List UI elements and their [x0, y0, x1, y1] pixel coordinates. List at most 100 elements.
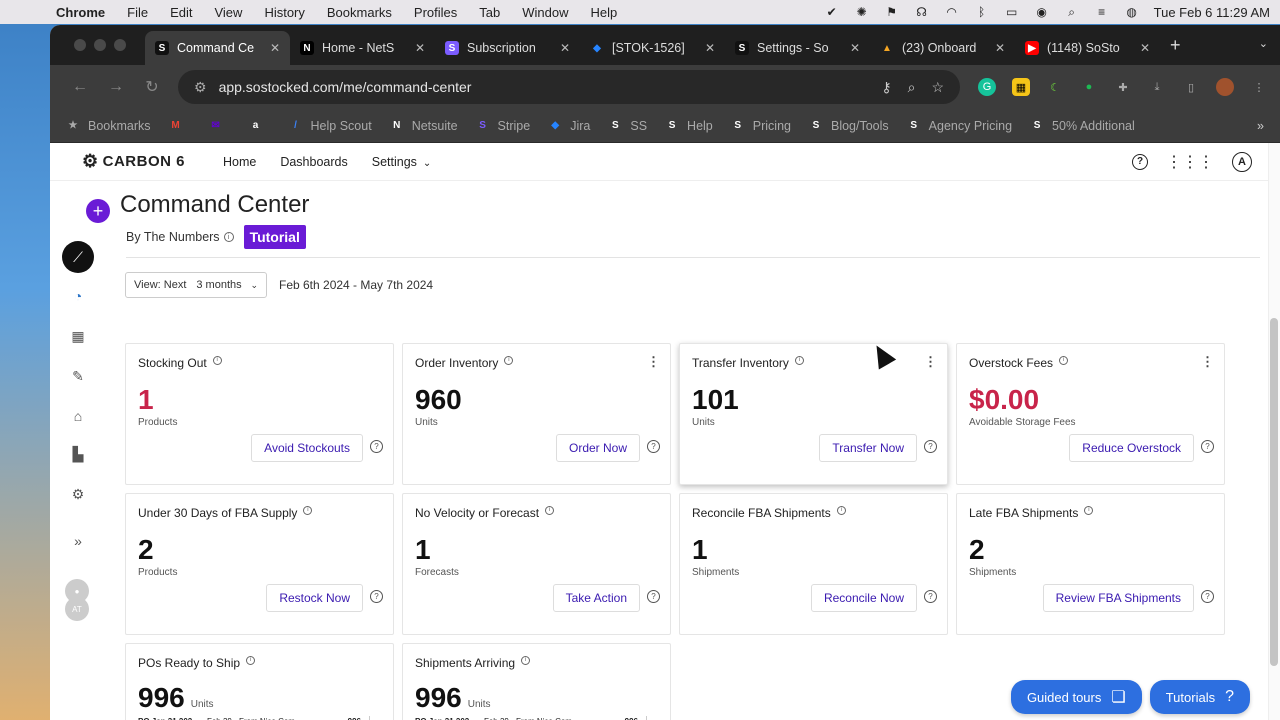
bookmark-item[interactable]: N Netsuite [390, 119, 457, 133]
menu-tab[interactable]: Tab [479, 5, 500, 20]
info-icon[interactable]: i [1059, 355, 1069, 365]
menu-file[interactable]: File [127, 5, 148, 20]
bookmark-star-icon[interactable]: ☆ [931, 79, 944, 96]
bluetooth-icon[interactable]: ᛒ [974, 5, 990, 19]
close-window-button[interactable] [74, 39, 86, 51]
browser-tab[interactable]: S Settings - So ✕ [725, 31, 870, 65]
nav-settings[interactable]: Settings ⌄ [372, 155, 432, 169]
control-center-icon[interactable]: ≡ [1094, 5, 1110, 19]
menu-history[interactable]: History [264, 5, 304, 20]
settings-gear-icon[interactable]: ⚙ [68, 484, 88, 504]
card-action-button[interactable]: Reconcile Now [810, 584, 917, 612]
menu-view[interactable]: View [214, 5, 242, 20]
nav-dashboards[interactable]: Dashboards [280, 155, 347, 169]
page-scrollbar[interactable] [1268, 143, 1280, 720]
dashboard-icon[interactable]: ◔ [68, 286, 88, 306]
headphones-icon[interactable]: ☊ [914, 5, 930, 19]
menu-bookmarks[interactable]: Bookmarks [327, 5, 392, 20]
menu-edit[interactable]: Edit [170, 5, 192, 20]
card-action-button[interactable]: Reduce Overstock [1069, 434, 1194, 462]
spotlight-search-icon[interactable]: ⌕ [1064, 5, 1080, 19]
browser-tab[interactable]: N Home - NetS ✕ [290, 31, 435, 65]
download-icon[interactable]: ⤓ [1148, 78, 1166, 96]
bookmark-item[interactable]: S Help [665, 119, 713, 133]
bookmarks-overflow-icon[interactable]: » [1257, 119, 1264, 133]
bookmark-item[interactable]: S Pricing [731, 119, 791, 133]
sostocked-logo-icon[interactable]: ⟋ [62, 241, 94, 273]
menubar-clock[interactable]: Tue Feb 6 11:29 AM [1154, 5, 1270, 20]
close-tab-icon[interactable]: ✕ [705, 41, 715, 55]
po-row[interactable]: PO Jan 31 202... Feb 29 - From Nice Com..… [138, 716, 381, 720]
question-help-icon[interactable]: ? [1201, 440, 1214, 453]
question-help-icon[interactable]: ? [1201, 590, 1214, 603]
user-avatar[interactable]: A [1232, 151, 1252, 172]
status-gear-icon[interactable]: ✺ [854, 5, 870, 19]
info-icon[interactable]: i [303, 505, 313, 515]
status-flag-icon[interactable]: ⚑ [884, 5, 900, 19]
browser-tab[interactable]: S Subscription ✕ [435, 31, 580, 65]
more-options-icon[interactable]: ⋮ [924, 354, 937, 370]
tutorial-button[interactable]: Tutorial [243, 225, 306, 249]
menu-profiles[interactable]: Profiles [414, 5, 457, 20]
reload-button[interactable]: ↻ [134, 77, 170, 97]
help-icon[interactable]: ? [1132, 153, 1148, 170]
menu-window[interactable]: Window [522, 5, 568, 20]
browser-tab[interactable]: S Command Ce ✕ [145, 31, 290, 65]
info-icon[interactable]: i [223, 232, 234, 242]
bookmark-item[interactable]: S Blog/Tools [809, 119, 889, 133]
card-action-button[interactable]: Take Action [552, 584, 640, 612]
bookmark-item[interactable]: ★ Bookmarks [66, 119, 151, 133]
profile-avatar-icon[interactable] [1216, 78, 1234, 96]
carbon6-logo[interactable]: ⚙ CARBON 6 [82, 151, 185, 172]
apps-grid-icon[interactable]: ⋮⋮⋮ [1166, 152, 1214, 172]
info-icon[interactable]: i [794, 355, 804, 365]
close-tab-icon[interactable]: ✕ [850, 41, 860, 55]
wifi-icon[interactable]: ◠ [944, 5, 960, 19]
sticky-note-icon[interactable]: ▦ [1012, 78, 1030, 96]
magic-wand-icon[interactable]: ✎ [68, 366, 88, 386]
menu-app[interactable]: Chrome [56, 5, 105, 20]
close-tab-icon[interactable]: ✕ [415, 41, 425, 55]
back-button[interactable]: ← [62, 78, 98, 96]
status-check-icon[interactable]: ✔ [824, 5, 840, 19]
question-help-icon[interactable]: ? [924, 440, 937, 453]
url-text[interactable]: app.sostocked.com/me/command-center [219, 79, 882, 95]
address-bar[interactable]: ⚙ app.sostocked.com/me/command-center ⚷ … [178, 70, 960, 104]
initials-avatar[interactable]: AT [65, 597, 89, 621]
info-icon[interactable]: i [545, 505, 555, 515]
battery-icon[interactable]: ▭ [1004, 5, 1020, 19]
card-action-button[interactable]: Review FBA Shipments [1042, 584, 1194, 612]
zoom-window-button[interactable] [114, 39, 126, 51]
bookmark-item[interactable]: a [249, 119, 271, 133]
new-tab-button[interactable]: + [1170, 35, 1181, 56]
green-dot-icon[interactable]: ● [1080, 78, 1098, 96]
grammarly-icon[interactable]: G [978, 78, 996, 96]
factory-icon[interactable]: ▙ [68, 444, 88, 464]
info-icon[interactable]: i [836, 505, 846, 515]
user-icon[interactable]: ◉ [1034, 5, 1050, 19]
add-icon[interactable]: + [86, 199, 110, 223]
bookmark-item[interactable]: S 50% Additional [1030, 119, 1135, 133]
info-icon[interactable]: i [504, 355, 514, 365]
info-icon[interactable]: i [212, 355, 222, 365]
close-tab-icon[interactable]: ✕ [995, 41, 1005, 55]
scroll-thumb[interactable] [1270, 318, 1278, 666]
po-row[interactable]: PO Jan 31 202... Feb 29 - From Nice Com..… [415, 716, 658, 720]
warehouse-icon[interactable]: ⌂ [68, 406, 88, 426]
nav-home[interactable]: Home [223, 155, 256, 169]
chrome-menu-icon[interactable]: ⋮ [1250, 78, 1268, 96]
card-action-button[interactable]: Avoid Stockouts [251, 434, 363, 462]
question-help-icon[interactable]: ? [370, 590, 383, 603]
card-action-button[interactable]: Order Now [555, 434, 640, 462]
card-action-button[interactable]: Restock Now [266, 584, 363, 612]
site-info-icon[interactable]: ⚙ [194, 79, 207, 96]
inventory-icon[interactable]: ▦ [68, 326, 88, 346]
bookmark-item[interactable]: ◆ Jira [548, 119, 590, 133]
siri-icon[interactable]: ◍ [1124, 5, 1140, 19]
moon-extension-icon[interactable]: ☾ [1046, 78, 1064, 96]
close-tab-icon[interactable]: ✕ [270, 41, 280, 55]
question-help-icon[interactable]: ? [647, 440, 660, 453]
bookmark-item[interactable]: S Agency Pricing [907, 119, 1012, 133]
close-tab-icon[interactable]: ✕ [560, 41, 570, 55]
minimize-window-button[interactable] [94, 39, 106, 51]
